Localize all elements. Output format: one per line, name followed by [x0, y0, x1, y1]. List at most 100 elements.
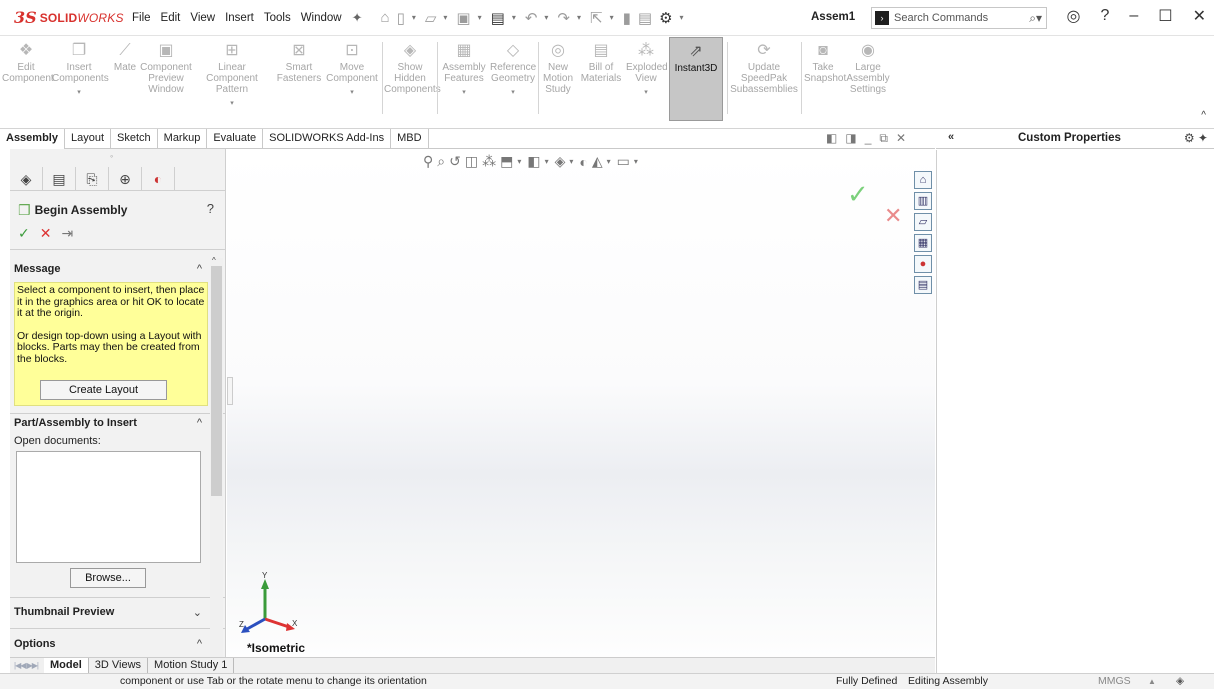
display-manager-tab-icon[interactable]: ◐ [142, 167, 175, 191]
search-input[interactable]: Search Commands [894, 12, 1029, 24]
collapse-icon[interactable]: ^ [197, 417, 202, 429]
tab-scroll-arrows-icon[interactable]: |◀◀ ▶▶| [14, 661, 39, 670]
print-icon[interactable]: ▤ [491, 9, 505, 27]
viewport-minimize-icon[interactable]: _ [865, 131, 872, 146]
configuration-manager-tab-icon[interactable]: ⎘ [76, 167, 109, 191]
rebuild-icon[interactable]: ▮ [623, 9, 631, 27]
tab-mbd[interactable]: MBD [391, 129, 429, 149]
solidworks-logo[interactable]: 3S SOLIDWORKS [14, 8, 132, 27]
save-dropdown-icon[interactable]: ▾ [478, 13, 482, 22]
solidworks-resources-icon[interactable]: ⌂ [914, 171, 932, 189]
bom-button[interactable]: ▤ Bill of Materials [578, 40, 624, 122]
ok-check-icon[interactable]: ✓ [18, 225, 30, 242]
menu-window[interactable]: Window [301, 12, 342, 24]
undo-icon[interactable]: ↶ [525, 9, 538, 27]
menu-tools[interactable]: Tools [264, 12, 291, 24]
collapse-icon[interactable]: ^ [197, 263, 202, 275]
mate-button[interactable]: ⟋ Mate [110, 40, 140, 122]
pin-menu-icon[interactable]: ✦ [352, 10, 363, 26]
tab-motion-study[interactable]: Motion Study 1 [148, 658, 235, 673]
options-header[interactable]: Options ^ [14, 638, 208, 650]
file-explorer-icon[interactable]: ▱ [914, 213, 932, 231]
tab-assembly[interactable]: Assembly [0, 129, 65, 149]
large-assembly-button[interactable]: ◉ Large Assembly Settings [844, 40, 892, 122]
scroll-up-icon[interactable]: ^ [212, 256, 216, 265]
tile-left-icon[interactable]: ◧ [826, 131, 837, 146]
design-library-icon[interactable]: ▥ [914, 192, 932, 210]
pm-help-icon[interactable]: ? [207, 201, 214, 216]
message-group-header[interactable]: Message ^ [14, 263, 208, 275]
thumbnail-preview-header[interactable]: Thumbnail Preview ⌄ [14, 606, 208, 619]
open-dropdown-icon[interactable]: ▾ [443, 13, 447, 22]
undo-dropdown-icon[interactable]: ▾ [544, 13, 548, 22]
viewport-restore-icon[interactable]: ⧉ [879, 131, 888, 146]
tab-model[interactable]: Model [44, 658, 89, 673]
create-layout-button[interactable]: Create Layout [40, 380, 167, 400]
help-icon[interactable]: ? [1100, 7, 1109, 25]
menu-edit[interactable]: Edit [161, 12, 181, 24]
scene-dropdown-icon[interactable]: ▾ [607, 157, 611, 166]
display-style-dropdown-icon[interactable]: ▾ [545, 157, 549, 166]
menu-file[interactable]: File [132, 12, 151, 24]
unit-system-menu-icon[interactable]: ▲ [1148, 674, 1156, 689]
edit-appearance-icon[interactable]: ◐ [579, 154, 587, 170]
pm-scrollbar[interactable]: ^ [210, 256, 223, 658]
viewport-close-icon[interactable]: ✕ [896, 131, 906, 146]
menu-insert[interactable]: Insert [225, 12, 254, 24]
zoom-to-fit-icon[interactable]: ⚲ [423, 153, 433, 170]
tab-3d-views[interactable]: 3D Views [89, 658, 149, 673]
home-icon[interactable]: ⌂ [381, 9, 390, 26]
dimxpert-tab-icon[interactable]: ⊕ [109, 167, 142, 191]
view-settings-icon[interactable]: ▭ [617, 153, 630, 170]
confirmation-cancel-icon[interactable]: ✕ [884, 203, 902, 229]
tab-addins[interactable]: SOLIDWORKS Add-Ins [263, 129, 392, 149]
tab-markup[interactable]: Markup [158, 129, 208, 149]
dynamic-annotation-icon[interactable]: ⁂ [482, 153, 496, 170]
view-orientation-icon[interactable]: ⬒ [500, 153, 513, 170]
take-snapshot-button[interactable]: ◙ Take Snapshot [804, 40, 846, 122]
search-commands-box[interactable]: › Search Commands ⌕▾ [871, 7, 1047, 29]
browse-button[interactable]: Browse... [70, 568, 146, 588]
part-to-insert-header[interactable]: Part/Assembly to Insert ^ [14, 417, 208, 429]
update-speedpak-button[interactable]: ⟳ Update SpeedPak Subassemblies [730, 40, 798, 122]
custom-properties-icon[interactable]: ▤ [914, 276, 932, 294]
options-dropdown-icon[interactable]: ▾ [680, 13, 684, 22]
collapse-ribbon-icon[interactable]: ^ [1201, 110, 1206, 121]
confirmation-ok-icon[interactable]: ✓ [847, 179, 869, 210]
unit-system[interactable]: MMGS [1098, 674, 1131, 689]
search-icon[interactable]: ⌕▾ [1029, 11, 1042, 26]
print-dropdown-icon[interactable]: ▾ [512, 13, 516, 22]
minimize-icon[interactable]: – [1129, 7, 1138, 25]
save-icon[interactable]: ▣ [456, 9, 470, 27]
redo-icon[interactable]: ↷ [557, 9, 570, 27]
view-palette-icon[interactable]: ▦ [914, 234, 932, 252]
apply-scene-icon[interactable]: ◭ [592, 153, 603, 170]
previous-view-icon[interactable]: ↺ [449, 153, 461, 170]
close-icon[interactable]: ✕ [1193, 6, 1206, 26]
hide-show-dropdown-icon[interactable]: ▾ [569, 157, 573, 166]
zoom-to-area-icon[interactable]: ⌕ [437, 153, 445, 170]
section-view-icon[interactable]: ◫ [465, 153, 478, 170]
new-dropdown-icon[interactable]: ▾ [412, 13, 416, 22]
scroll-thumb[interactable] [211, 266, 222, 496]
maximize-icon[interactable]: ☐ [1158, 6, 1172, 26]
tab-layout[interactable]: Layout [65, 129, 112, 149]
hide-show-items-icon[interactable]: ◈ [555, 153, 566, 170]
display-style-icon[interactable]: ◧ [527, 153, 540, 170]
cancel-x-icon[interactable]: ✕ [40, 225, 52, 242]
expand-icon[interactable]: ⌄ [193, 606, 202, 619]
linear-pattern-button[interactable]: ⊞ Linear Component Pattern ▾ [194, 40, 270, 122]
assembly-features-button[interactable]: ▦ Assembly Features ▾ [440, 40, 488, 122]
file-properties-icon[interactable]: ▤ [638, 9, 652, 27]
feature-tree-tab-icon[interactable]: ◈ [10, 167, 43, 191]
component-preview-button[interactable]: ▣ Component Preview Window [140, 40, 192, 122]
menu-view[interactable]: View [190, 12, 215, 24]
show-hidden-button[interactable]: ◈ Show Hidden Components [384, 40, 441, 122]
rebuild-status-icon[interactable]: ◈ [1176, 674, 1184, 689]
collapse-task-pane-icon[interactable]: « [948, 131, 954, 143]
edit-component-button[interactable]: ❖ Edit Component [2, 40, 54, 122]
move-component-button[interactable]: ⊡ Move Component ▾ [326, 40, 378, 122]
panel-splitter-handle[interactable] [227, 377, 233, 405]
exploded-view-button[interactable]: ⁂ Exploded View ▾ [626, 40, 668, 122]
property-manager-tab-icon[interactable]: ▤ [43, 167, 76, 191]
